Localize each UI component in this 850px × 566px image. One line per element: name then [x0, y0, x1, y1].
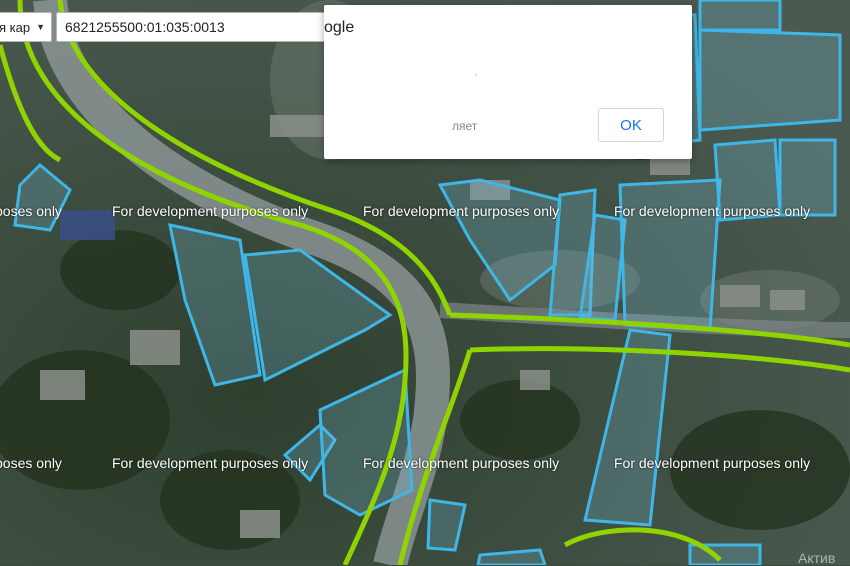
watermark: poses only	[0, 455, 62, 471]
watermark: For development purposes only	[363, 203, 560, 219]
map-layer-select[interactable]: я кар ▼	[0, 12, 52, 42]
watermark: poses only	[0, 203, 62, 219]
watermark: For development purposes only	[112, 455, 309, 471]
cadastral-number-input[interactable]	[56, 12, 370, 42]
dialog-title: ogle	[324, 19, 355, 36]
windows-activation-text: Актив	[798, 550, 836, 566]
watermark: For development purposes only	[112, 203, 309, 219]
ok-button[interactable]: OK	[598, 108, 664, 142]
map-layer-select-label: я кар	[0, 19, 31, 35]
watermark: For development purposes only	[363, 455, 560, 471]
dialog-cancel-text: ляет	[452, 119, 478, 133]
chevron-down-icon: ▼	[36, 22, 46, 32]
watermark: For development purposes only	[614, 455, 811, 471]
alert-dialog: ogle · ляет OK	[324, 5, 692, 159]
watermark: For development purposes only	[614, 203, 811, 219]
dialog-message: ·	[474, 67, 478, 81]
